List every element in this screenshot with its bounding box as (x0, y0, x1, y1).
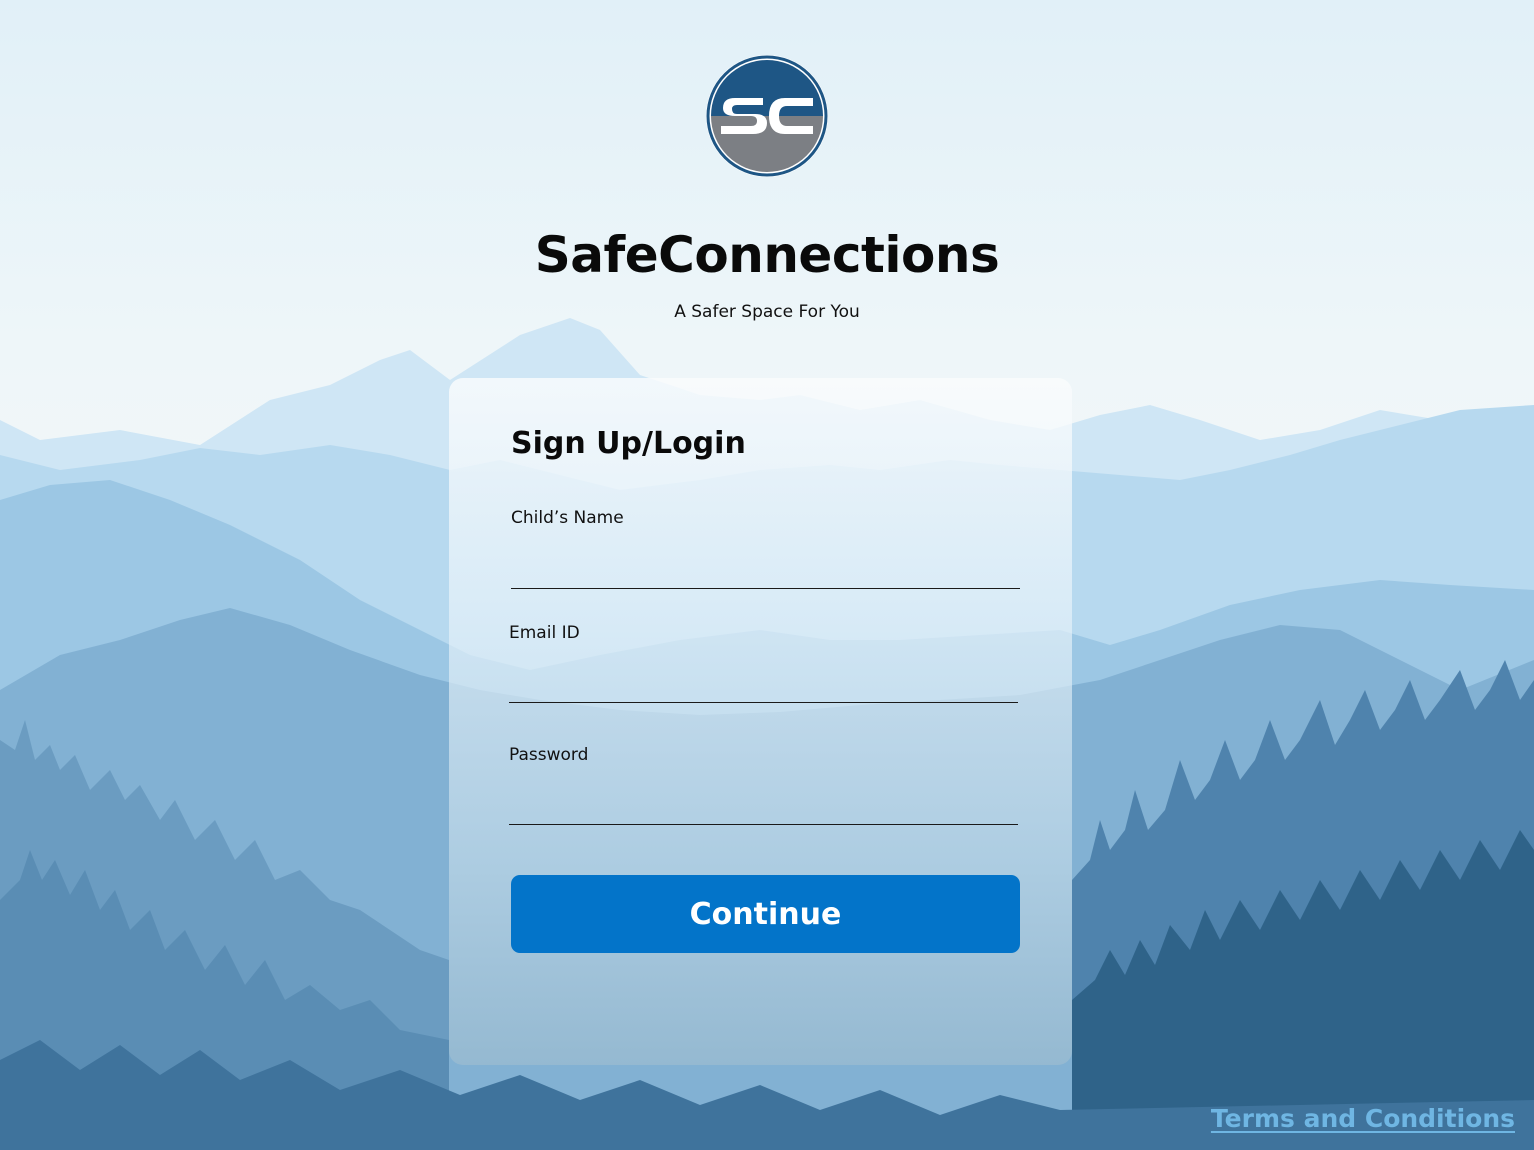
form-heading: Sign Up/Login (511, 426, 746, 461)
sc-monogram-logo-icon (706, 55, 828, 177)
app-subtitle: A Safer Space For You (674, 302, 860, 322)
continue-button[interactable]: Continue (511, 875, 1020, 953)
child-name-input[interactable] (511, 554, 1020, 589)
password-input[interactable] (509, 790, 1018, 825)
password-label: Password (509, 745, 589, 765)
terms-and-conditions-link[interactable]: Terms and Conditions (1211, 1104, 1515, 1133)
login-card: Sign Up/Login Child’s Name Email ID Pass… (449, 378, 1072, 1065)
email-input[interactable] (509, 668, 1018, 703)
app-logo (705, 54, 829, 178)
email-label: Email ID (509, 623, 580, 643)
app-title: SafeConnections (534, 226, 1000, 284)
child-name-label: Child’s Name (511, 508, 624, 528)
